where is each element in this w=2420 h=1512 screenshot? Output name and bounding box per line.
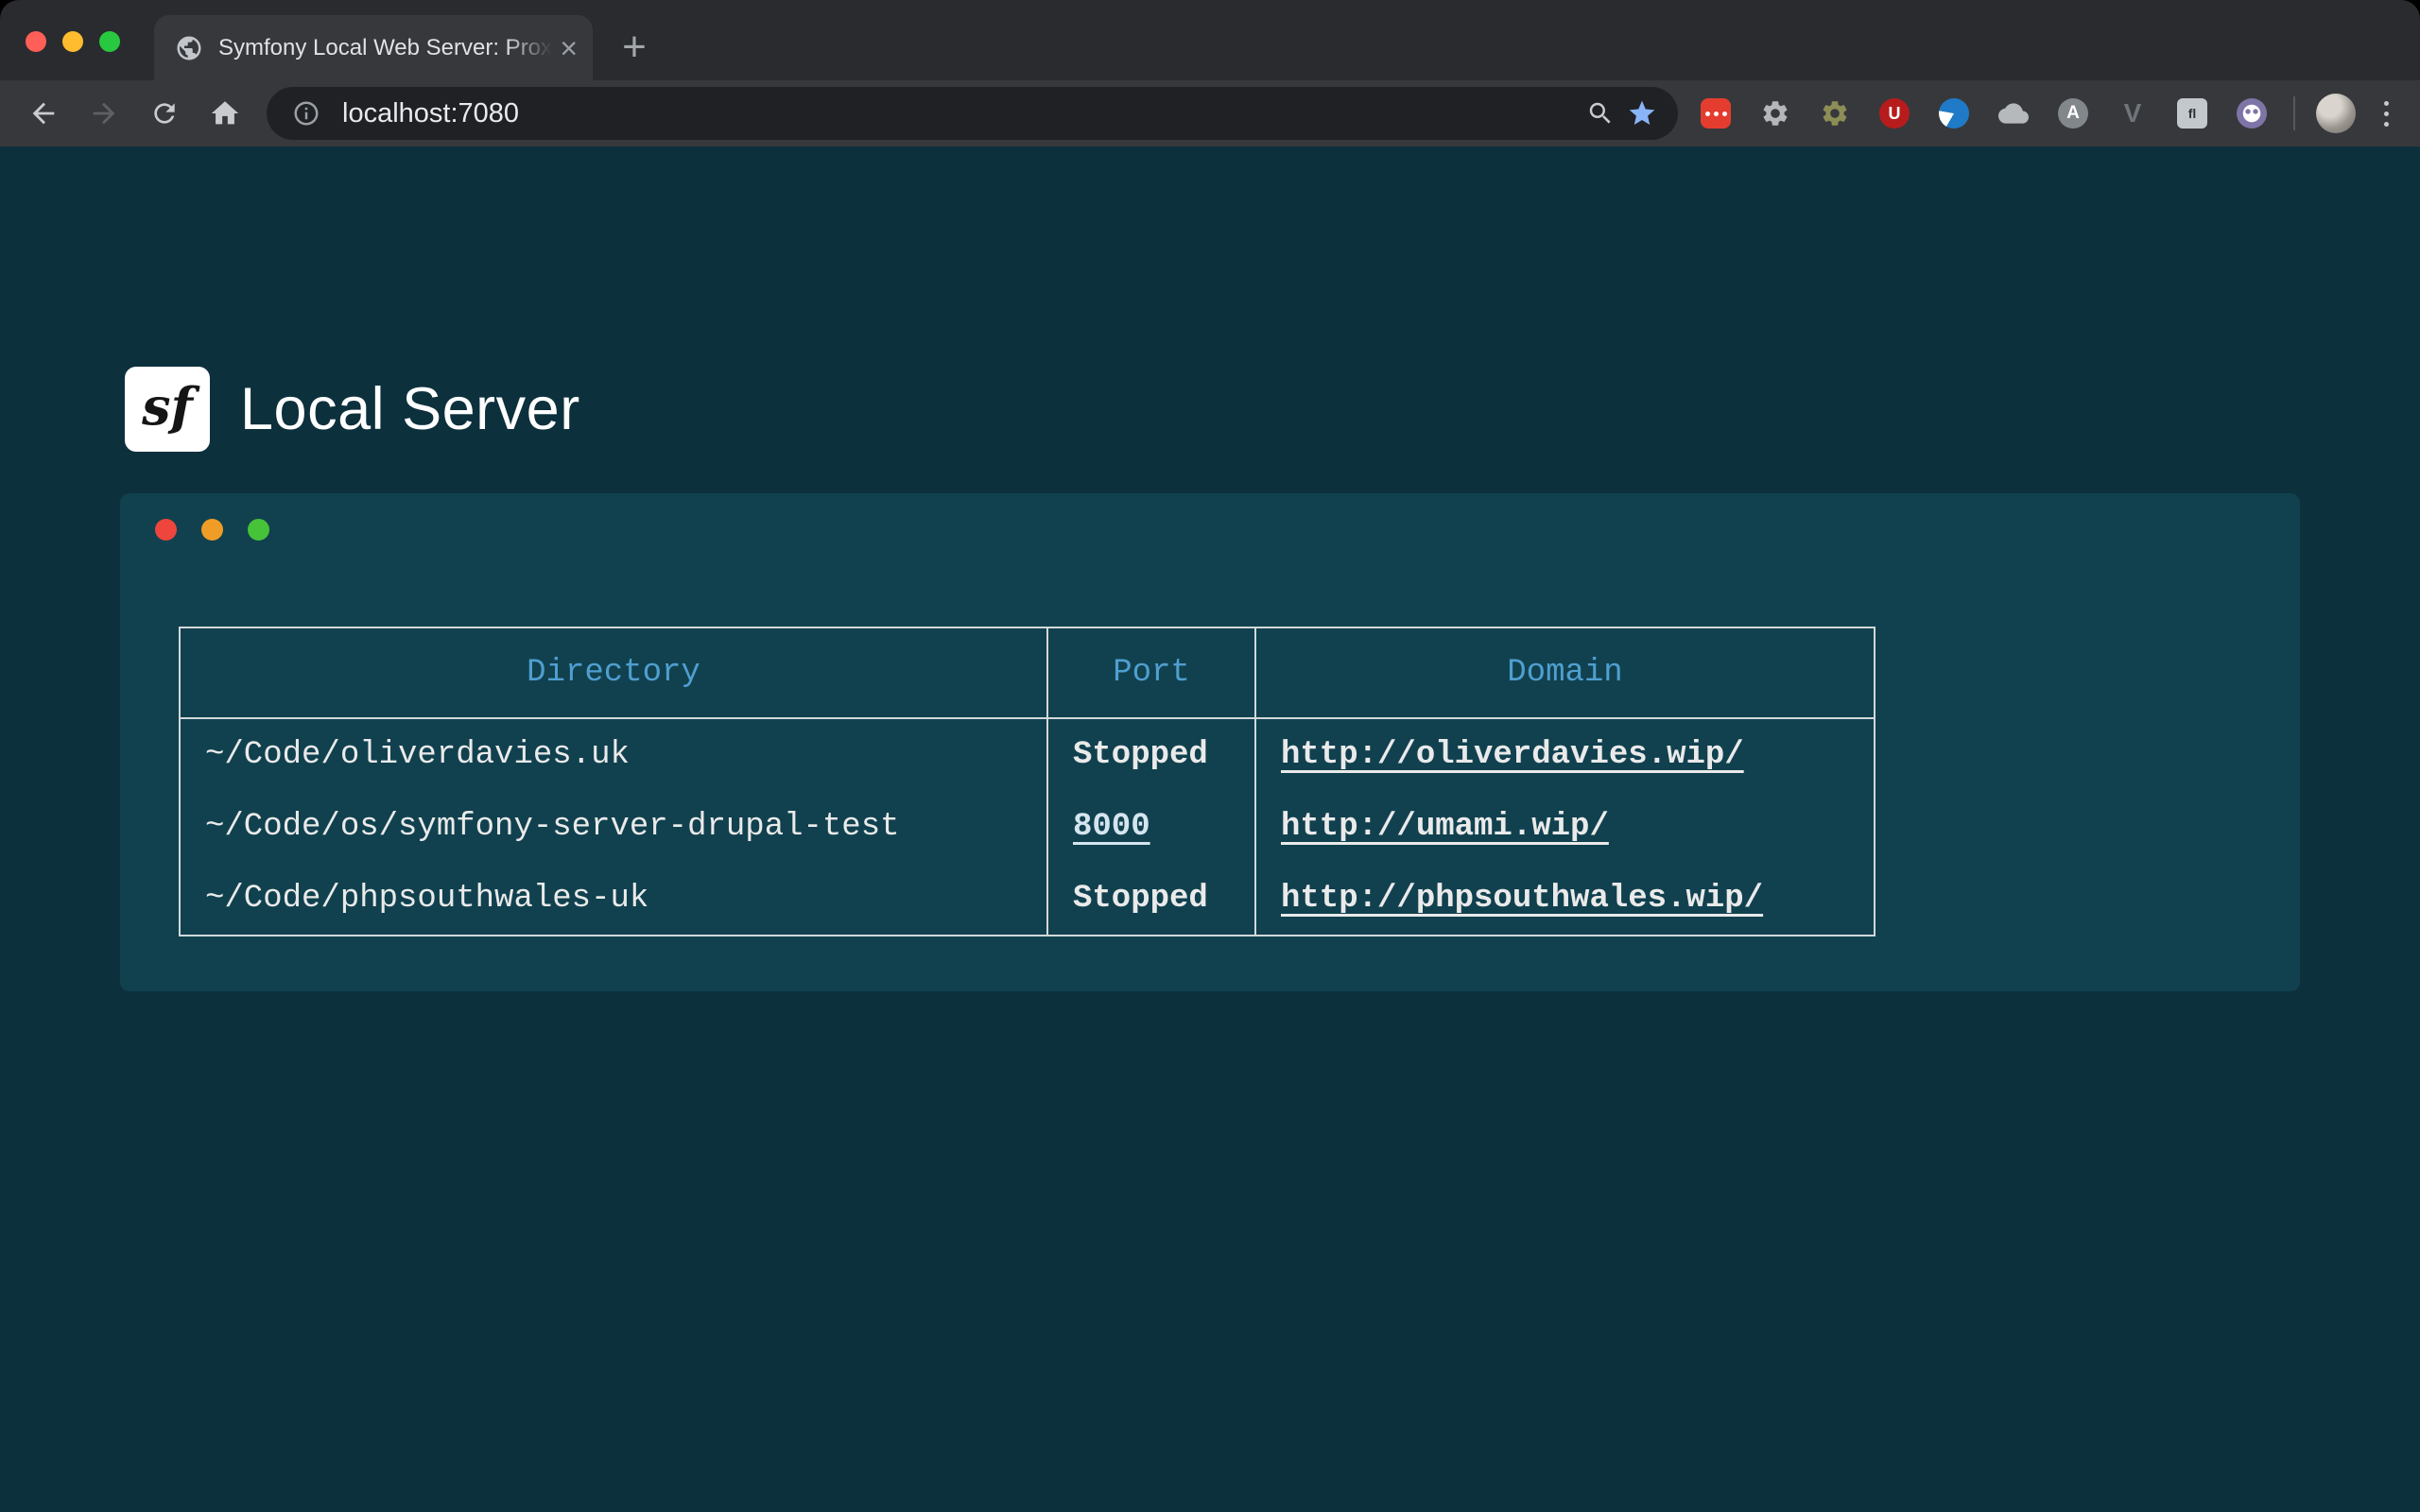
toolbar-divider xyxy=(2293,96,2295,130)
domain-link[interactable]: http://umami.wip/ xyxy=(1281,809,1609,845)
extension-settings-button[interactable] xyxy=(1753,91,1798,136)
home-button[interactable] xyxy=(199,88,251,139)
site-info-icon[interactable] xyxy=(285,93,327,134)
browser-toolbar: localhost:7080 U xyxy=(0,80,2420,146)
card-letters-icon: fl xyxy=(2177,98,2207,129)
bookmark-star-icon[interactable] xyxy=(1621,93,1663,134)
card-dot-orange xyxy=(201,519,223,541)
browser-window: Symfony Local Web Server: Prox × + local… xyxy=(0,0,2420,1512)
window-close-button[interactable] xyxy=(26,31,46,52)
a-badge-icon: A xyxy=(2058,98,2088,129)
extension-v-badge-button[interactable]: V xyxy=(2110,91,2155,136)
zoom-icon[interactable] xyxy=(1580,93,1621,134)
page-content: sf Local Server Directory Port xyxy=(0,146,2420,1512)
servers-table: Directory Port Domain ~/Code/oliverdavie… xyxy=(179,627,1876,936)
page-header: sf Local Server xyxy=(125,367,580,452)
directory-cell: ~/Code/os/symfony-server-drupal-test xyxy=(180,791,1047,863)
window-zoom-button[interactable] xyxy=(99,31,120,52)
table-header-row: Directory Port Domain xyxy=(180,627,1875,718)
window-minimize-button[interactable] xyxy=(62,31,83,52)
port-cell: 8000 xyxy=(1047,791,1255,863)
domain-cell: http://umami.wip/ xyxy=(1255,791,1875,863)
table-row: ~/Code/oliverdavies.uk Stopped http://ol… xyxy=(180,718,1875,791)
browser-menu-button[interactable] xyxy=(2365,93,2407,134)
table-row: ~/Code/phpsouthwales-uk Stopped http://p… xyxy=(180,863,1875,936)
window-controls xyxy=(26,31,120,52)
column-header-port: Port xyxy=(1047,627,1255,718)
address-bar[interactable]: localhost:7080 xyxy=(267,87,1678,140)
directory-cell: ~/Code/phpsouthwales-uk xyxy=(180,863,1047,936)
url-text[interactable]: localhost:7080 xyxy=(342,98,519,129)
forward-arrow-icon xyxy=(88,97,120,129)
card-window-dots xyxy=(155,519,269,541)
port-cell: Stopped xyxy=(1047,718,1255,791)
extensions-bar: U A V fl xyxy=(1693,91,2274,136)
reload-icon xyxy=(149,98,180,129)
home-icon xyxy=(209,97,241,129)
table-row: ~/Code/os/symfony-server-drupal-test 800… xyxy=(180,791,1875,863)
back-arrow-icon xyxy=(27,97,60,129)
tab-strip: Symfony Local Web Server: Prox × + xyxy=(0,0,2420,80)
blue-pie-icon xyxy=(1939,98,1969,129)
server-card: Directory Port Domain ~/Code/oliverdavie… xyxy=(120,493,2300,991)
port-link[interactable]: 8000 xyxy=(1073,809,1150,845)
directory-cell: ~/Code/oliverdavies.uk xyxy=(180,718,1047,791)
extension-a-badge-button[interactable]: A xyxy=(2050,91,2096,136)
extension-cloud-button[interactable] xyxy=(1991,91,2036,136)
domain-cell: http://oliverdavies.wip/ xyxy=(1255,718,1875,791)
forward-button[interactable] xyxy=(78,88,130,139)
reload-button[interactable] xyxy=(139,88,190,139)
browser-tab[interactable]: Symfony Local Web Server: Prox × xyxy=(154,15,593,80)
column-header-directory: Directory xyxy=(180,627,1047,718)
domain-cell: http://phpsouthwales.wip/ xyxy=(1255,863,1875,936)
cloud-icon xyxy=(1998,98,2029,129)
extension-card-letters-button[interactable]: fl xyxy=(2169,91,2215,136)
card-dot-green xyxy=(248,519,269,541)
gear-icon xyxy=(1760,98,1790,129)
tab-title: Symfony Local Web Server: Prox xyxy=(218,35,552,61)
symfony-logo: sf xyxy=(125,367,210,452)
kebab-menu-icon xyxy=(2384,101,2389,127)
extension-blue-pie-button[interactable] xyxy=(1931,91,1977,136)
back-button[interactable] xyxy=(18,88,69,139)
profile-avatar[interactable] xyxy=(2316,94,2356,133)
github-octocat-icon xyxy=(2237,98,2267,129)
tab-close-icon[interactable]: × xyxy=(560,33,578,63)
extension-ublock-button[interactable]: U xyxy=(1872,91,1917,136)
v-badge-icon: V xyxy=(2124,98,2142,129)
card-dot-red xyxy=(155,519,177,541)
symfony-logo-text: sf xyxy=(142,376,193,437)
domain-link[interactable]: http://phpsouthwales.wip/ xyxy=(1281,881,1763,917)
dark-gear-icon xyxy=(1820,98,1850,129)
extension-github-button[interactable] xyxy=(2229,91,2274,136)
page-title: Local Server xyxy=(240,375,580,443)
column-header-domain: Domain xyxy=(1255,627,1875,718)
red-menu-icon xyxy=(1701,98,1731,129)
extension-red-menu-button[interactable] xyxy=(1693,91,1738,136)
port-cell: Stopped xyxy=(1047,863,1255,936)
domain-link[interactable]: http://oliverdavies.wip/ xyxy=(1281,737,1744,773)
ublock-shield-icon: U xyxy=(1879,98,1910,129)
extension-dark-gear-button[interactable] xyxy=(1812,91,1858,136)
tab-favicon-globe-icon xyxy=(175,34,203,62)
new-tab-button[interactable]: + xyxy=(608,21,661,74)
